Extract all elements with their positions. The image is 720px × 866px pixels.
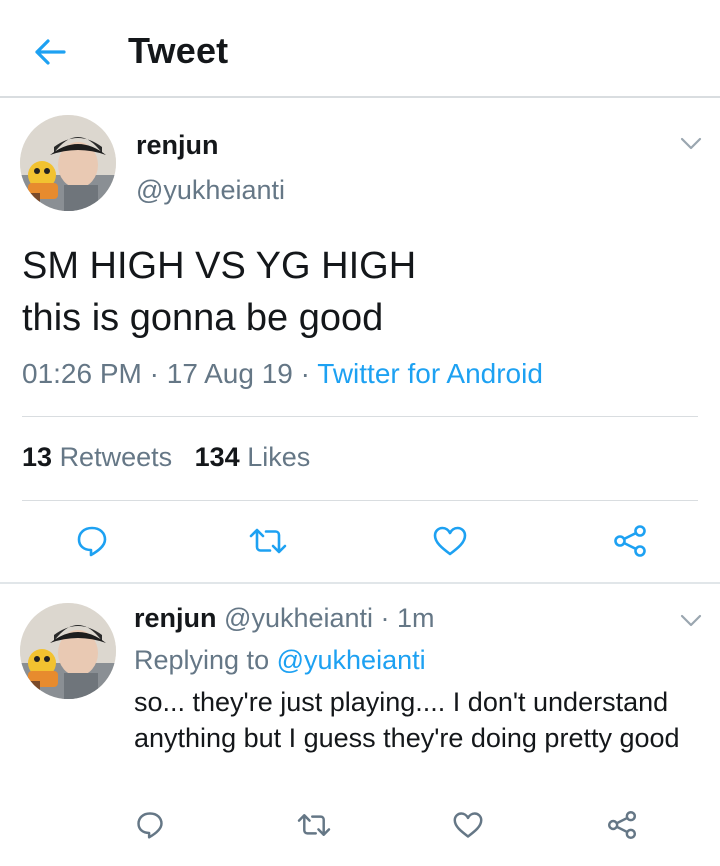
author-handle[interactable]: @yukheianti <box>136 175 285 206</box>
replying-mention-link[interactable]: @yukheianti <box>277 645 426 675</box>
tweet-date: 17 Aug 19 <box>166 358 293 389</box>
share-icon <box>614 525 646 557</box>
retweets-count[interactable]: 13 Retweets <box>22 442 172 472</box>
likes-number: 134 <box>194 442 240 472</box>
reply-icon <box>137 812 163 839</box>
replying-to: Replying to @yukheianti <box>134 645 426 676</box>
reply-author-handle[interactable]: @yukheianti <box>224 603 373 633</box>
tweet-menu-button[interactable] <box>677 134 705 154</box>
divider <box>22 416 698 417</box>
separator-dot: · <box>373 603 398 633</box>
likes-label: Likes <box>247 442 311 472</box>
tweet-text-line: SM HIGH VS YG HIGH <box>22 245 417 287</box>
reply-button[interactable] <box>68 517 116 565</box>
reply-author-name[interactable]: renjun <box>134 603 217 633</box>
chevron-down-icon <box>680 614 702 627</box>
separator-dot: · <box>141 358 167 389</box>
tweet-meta: 01:26 PM · 17 Aug 19 · Twitter for Andro… <box>22 358 543 390</box>
reply-age: 1m <box>397 603 435 633</box>
reply-text: so... they're just playing.... I don't u… <box>134 687 680 753</box>
top-bar: Tweet <box>0 0 720 98</box>
section-divider <box>0 582 720 584</box>
share-icon <box>607 810 637 840</box>
reply-reply-button[interactable] <box>126 801 174 849</box>
separator-dot: · <box>292 358 318 389</box>
reply-menu-button[interactable] <box>677 611 705 631</box>
back-button[interactable] <box>28 30 72 74</box>
retweet-icon <box>297 814 331 836</box>
retweet-icon <box>249 528 287 554</box>
reply-retweet-button[interactable] <box>290 801 338 849</box>
retweets-label: Retweets <box>59 442 173 472</box>
tweet-text-line: this is gonna be good <box>22 297 384 339</box>
tweet-time: 01:26 PM <box>22 358 142 389</box>
arrow-left-icon <box>35 39 66 65</box>
author-name[interactable]: renjun <box>136 130 219 161</box>
avatar[interactable] <box>20 115 116 211</box>
tweet-stats: 13 Retweets 134 Likes <box>22 442 310 473</box>
reply-icon <box>77 526 107 557</box>
page-title: Tweet <box>128 30 229 71</box>
reply-share-button[interactable] <box>598 801 646 849</box>
profile-photo <box>20 115 116 211</box>
like-button[interactable] <box>426 517 474 565</box>
profile-photo <box>20 603 116 699</box>
tweet-source-link[interactable]: Twitter for Android <box>317 358 543 389</box>
divider <box>22 500 698 501</box>
replying-prefix: Replying to <box>134 645 270 675</box>
share-button[interactable] <box>606 517 654 565</box>
retweets-number: 13 <box>22 442 53 472</box>
reply-avatar[interactable] <box>20 603 116 699</box>
reply-header: renjun @yukheianti · 1m <box>134 603 435 634</box>
like-icon <box>433 526 467 556</box>
like-icon <box>453 812 483 838</box>
retweet-button[interactable] <box>244 517 292 565</box>
likes-count[interactable]: 134 Likes <box>195 442 311 472</box>
chevron-down-icon <box>680 137 702 150</box>
reply-like-button[interactable] <box>444 801 492 849</box>
tweet-text: SM HIGH VS YG HIGH this is gonna be good <box>22 240 702 344</box>
